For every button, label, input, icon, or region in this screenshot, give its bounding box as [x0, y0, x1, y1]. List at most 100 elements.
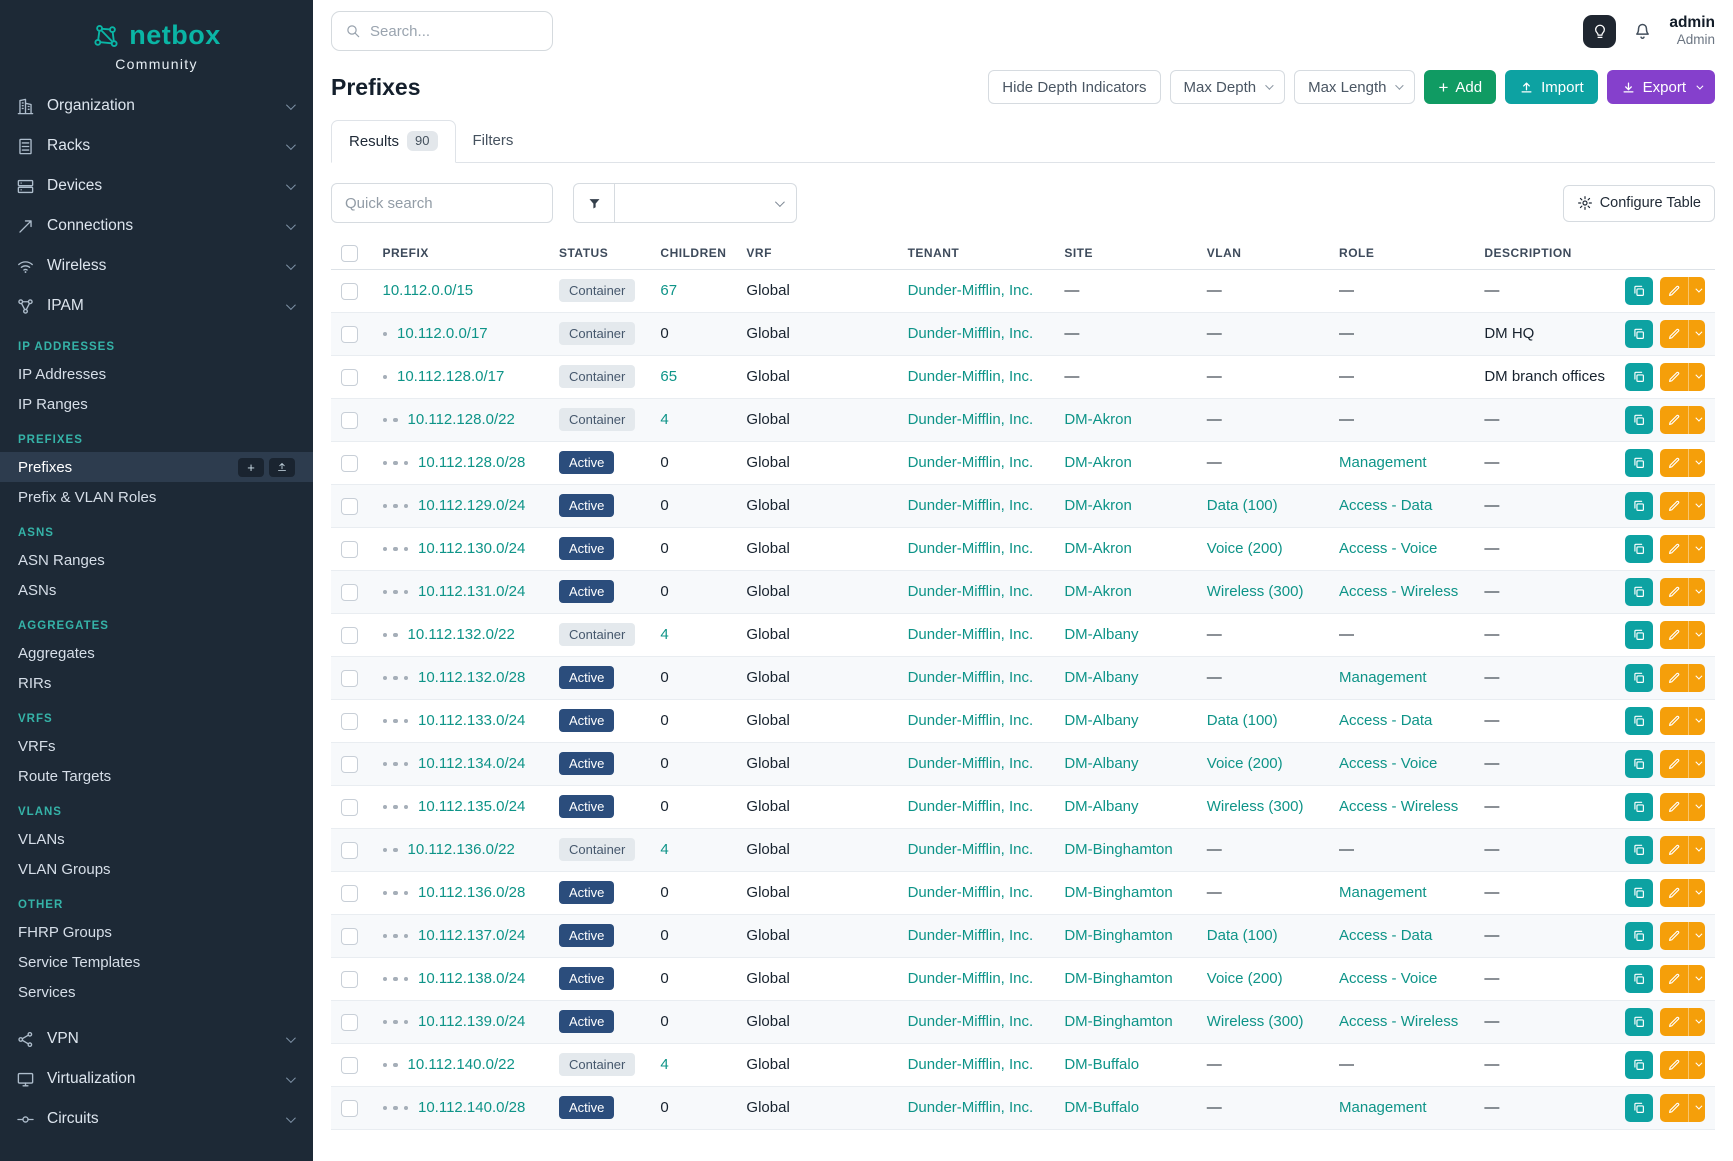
site-link[interactable]: DM-Akron — [1064, 540, 1132, 557]
edit-dropdown-button[interactable] — [1688, 406, 1705, 434]
sidebar-item-services[interactable]: Services — [0, 977, 313, 1007]
edit-dropdown-button[interactable] — [1688, 707, 1705, 735]
edit-button[interactable] — [1660, 492, 1688, 520]
site-link[interactable]: DM-Buffalo — [1064, 1099, 1139, 1116]
sidebar-item-service-templates[interactable]: Service Templates — [0, 947, 313, 977]
prefix-link[interactable]: 10.112.128.0/17 — [397, 368, 504, 385]
prefix-link[interactable]: 10.112.130.0/24 — [418, 540, 525, 557]
edit-button[interactable] — [1660, 1008, 1688, 1036]
user-menu[interactable]: admin Admin — [1669, 14, 1715, 49]
children-link[interactable]: 4 — [660, 1056, 668, 1073]
tenant-link[interactable]: Dunder-Mifflin, Inc. — [908, 669, 1034, 686]
role-link[interactable]: Access - Voice — [1339, 970, 1437, 987]
clone-button[interactable] — [1625, 879, 1653, 907]
prefix-link[interactable]: 10.112.132.0/22 — [408, 626, 515, 643]
sidebar-item-ip-addresses[interactable]: IP Addresses — [0, 359, 313, 389]
prefix-link[interactable]: 10.112.129.0/24 — [418, 497, 525, 514]
edit-button[interactable] — [1660, 578, 1688, 606]
vlan-link[interactable]: Wireless (300) — [1207, 1013, 1304, 1030]
edit-button[interactable] — [1660, 277, 1688, 305]
filter-button[interactable] — [573, 183, 615, 223]
edit-dropdown-button[interactable] — [1688, 1008, 1705, 1036]
prefix-link[interactable]: 10.112.0.0/15 — [383, 282, 474, 299]
quick-import-button[interactable] — [269, 458, 295, 477]
site-link[interactable]: DM-Albany — [1064, 755, 1138, 772]
edit-dropdown-button[interactable] — [1688, 621, 1705, 649]
row-checkbox[interactable] — [341, 756, 358, 773]
tenant-link[interactable]: Dunder-Mifflin, Inc. — [908, 583, 1034, 600]
edit-button[interactable] — [1660, 664, 1688, 692]
edit-button[interactable] — [1660, 879, 1688, 907]
column-header-status[interactable]: STATUS — [549, 237, 650, 269]
sidebar-item-asns[interactable]: ASNs — [0, 575, 313, 605]
row-checkbox[interactable] — [341, 670, 358, 687]
quick-add-button[interactable]: + — [238, 458, 264, 477]
row-checkbox[interactable] — [341, 1057, 358, 1074]
column-header-description[interactable]: DESCRIPTION — [1474, 237, 1615, 269]
site-link[interactable]: DM-Albany — [1064, 712, 1138, 729]
clone-button[interactable] — [1625, 750, 1653, 778]
edit-button[interactable] — [1660, 1051, 1688, 1079]
clone-button[interactable] — [1625, 621, 1653, 649]
prefix-link[interactable]: 10.112.0.0/17 — [397, 325, 488, 342]
edit-dropdown-button[interactable] — [1688, 492, 1705, 520]
row-checkbox[interactable] — [341, 885, 358, 902]
site-link[interactable]: DM-Binghamton — [1064, 1013, 1172, 1030]
site-link[interactable]: DM-Akron — [1064, 583, 1132, 600]
sidebar-item-circuits[interactable]: Circuits — [0, 1099, 313, 1139]
sidebar-item-connections[interactable]: Connections — [0, 206, 313, 246]
role-link[interactable]: Access - Wireless — [1339, 583, 1458, 600]
tenant-link[interactable]: Dunder-Mifflin, Inc. — [908, 755, 1034, 772]
clone-button[interactable] — [1625, 836, 1653, 864]
edit-button[interactable] — [1660, 965, 1688, 993]
edit-button[interactable] — [1660, 406, 1688, 434]
global-search-input[interactable] — [370, 23, 539, 40]
prefix-link[interactable]: 10.112.140.0/22 — [408, 1056, 515, 1073]
sidebar-item-vrfs[interactable]: VRFs — [0, 731, 313, 761]
clone-button[interactable] — [1625, 492, 1653, 520]
role-link[interactable]: Access - Wireless — [1339, 1013, 1458, 1030]
children-link[interactable]: 4 — [660, 411, 668, 428]
sidebar-item-virtualization[interactable]: Virtualization — [0, 1059, 313, 1099]
row-checkbox[interactable] — [341, 369, 358, 386]
theme-toggle-button[interactable] — [1583, 15, 1616, 48]
prefix-link[interactable]: 10.112.139.0/24 — [418, 1013, 525, 1030]
role-link[interactable]: Access - Wireless — [1339, 798, 1458, 815]
prefix-link[interactable]: 10.112.135.0/24 — [418, 798, 525, 815]
vlan-link[interactable]: Wireless (300) — [1207, 798, 1304, 815]
column-header-tenant[interactable]: TENANT — [898, 237, 1055, 269]
sidebar-item-vpn[interactable]: VPN — [0, 1019, 313, 1059]
tenant-link[interactable]: Dunder-Mifflin, Inc. — [908, 1099, 1034, 1116]
sidebar-item-ip-ranges[interactable]: IP Ranges — [0, 389, 313, 419]
column-header-vrf[interactable]: VRF — [736, 237, 897, 269]
site-link[interactable]: DM-Albany — [1064, 669, 1138, 686]
clone-button[interactable] — [1625, 320, 1653, 348]
edit-button[interactable] — [1660, 320, 1688, 348]
prefix-link[interactable]: 10.112.131.0/24 — [418, 583, 525, 600]
site-link[interactable]: DM-Binghamton — [1064, 884, 1172, 901]
prefix-link[interactable]: 10.112.128.0/28 — [418, 454, 525, 471]
sidebar-item-prefix-vlan-roles[interactable]: Prefix & VLAN Roles — [0, 482, 313, 512]
site-link[interactable]: DM-Akron — [1064, 497, 1132, 514]
column-header-children[interactable]: CHILDREN — [650, 237, 736, 269]
edit-button[interactable] — [1660, 922, 1688, 950]
prefix-link[interactable]: 10.112.136.0/22 — [408, 841, 515, 858]
tenant-link[interactable]: Dunder-Mifflin, Inc. — [908, 970, 1034, 987]
site-link[interactable]: DM-Binghamton — [1064, 927, 1172, 944]
sidebar-item-wireless[interactable]: Wireless — [0, 246, 313, 286]
edit-button[interactable] — [1660, 750, 1688, 778]
select-all-checkbox[interactable] — [341, 245, 358, 262]
tenant-link[interactable]: Dunder-Mifflin, Inc. — [908, 497, 1034, 514]
role-link[interactable]: Management — [1339, 1099, 1427, 1116]
role-link[interactable]: Management — [1339, 669, 1427, 686]
notifications-button[interactable] — [1632, 21, 1653, 42]
clone-button[interactable] — [1625, 277, 1653, 305]
edit-button[interactable] — [1660, 1094, 1688, 1122]
role-link[interactable]: Management — [1339, 454, 1427, 471]
tenant-link[interactable]: Dunder-Mifflin, Inc. — [908, 454, 1034, 471]
sidebar-item-organization[interactable]: Organization — [0, 86, 313, 126]
site-link[interactable]: DM-Albany — [1064, 798, 1138, 815]
prefix-link[interactable]: 10.112.137.0/24 — [418, 927, 525, 944]
row-checkbox[interactable] — [341, 971, 358, 988]
edit-dropdown-button[interactable] — [1688, 879, 1705, 907]
